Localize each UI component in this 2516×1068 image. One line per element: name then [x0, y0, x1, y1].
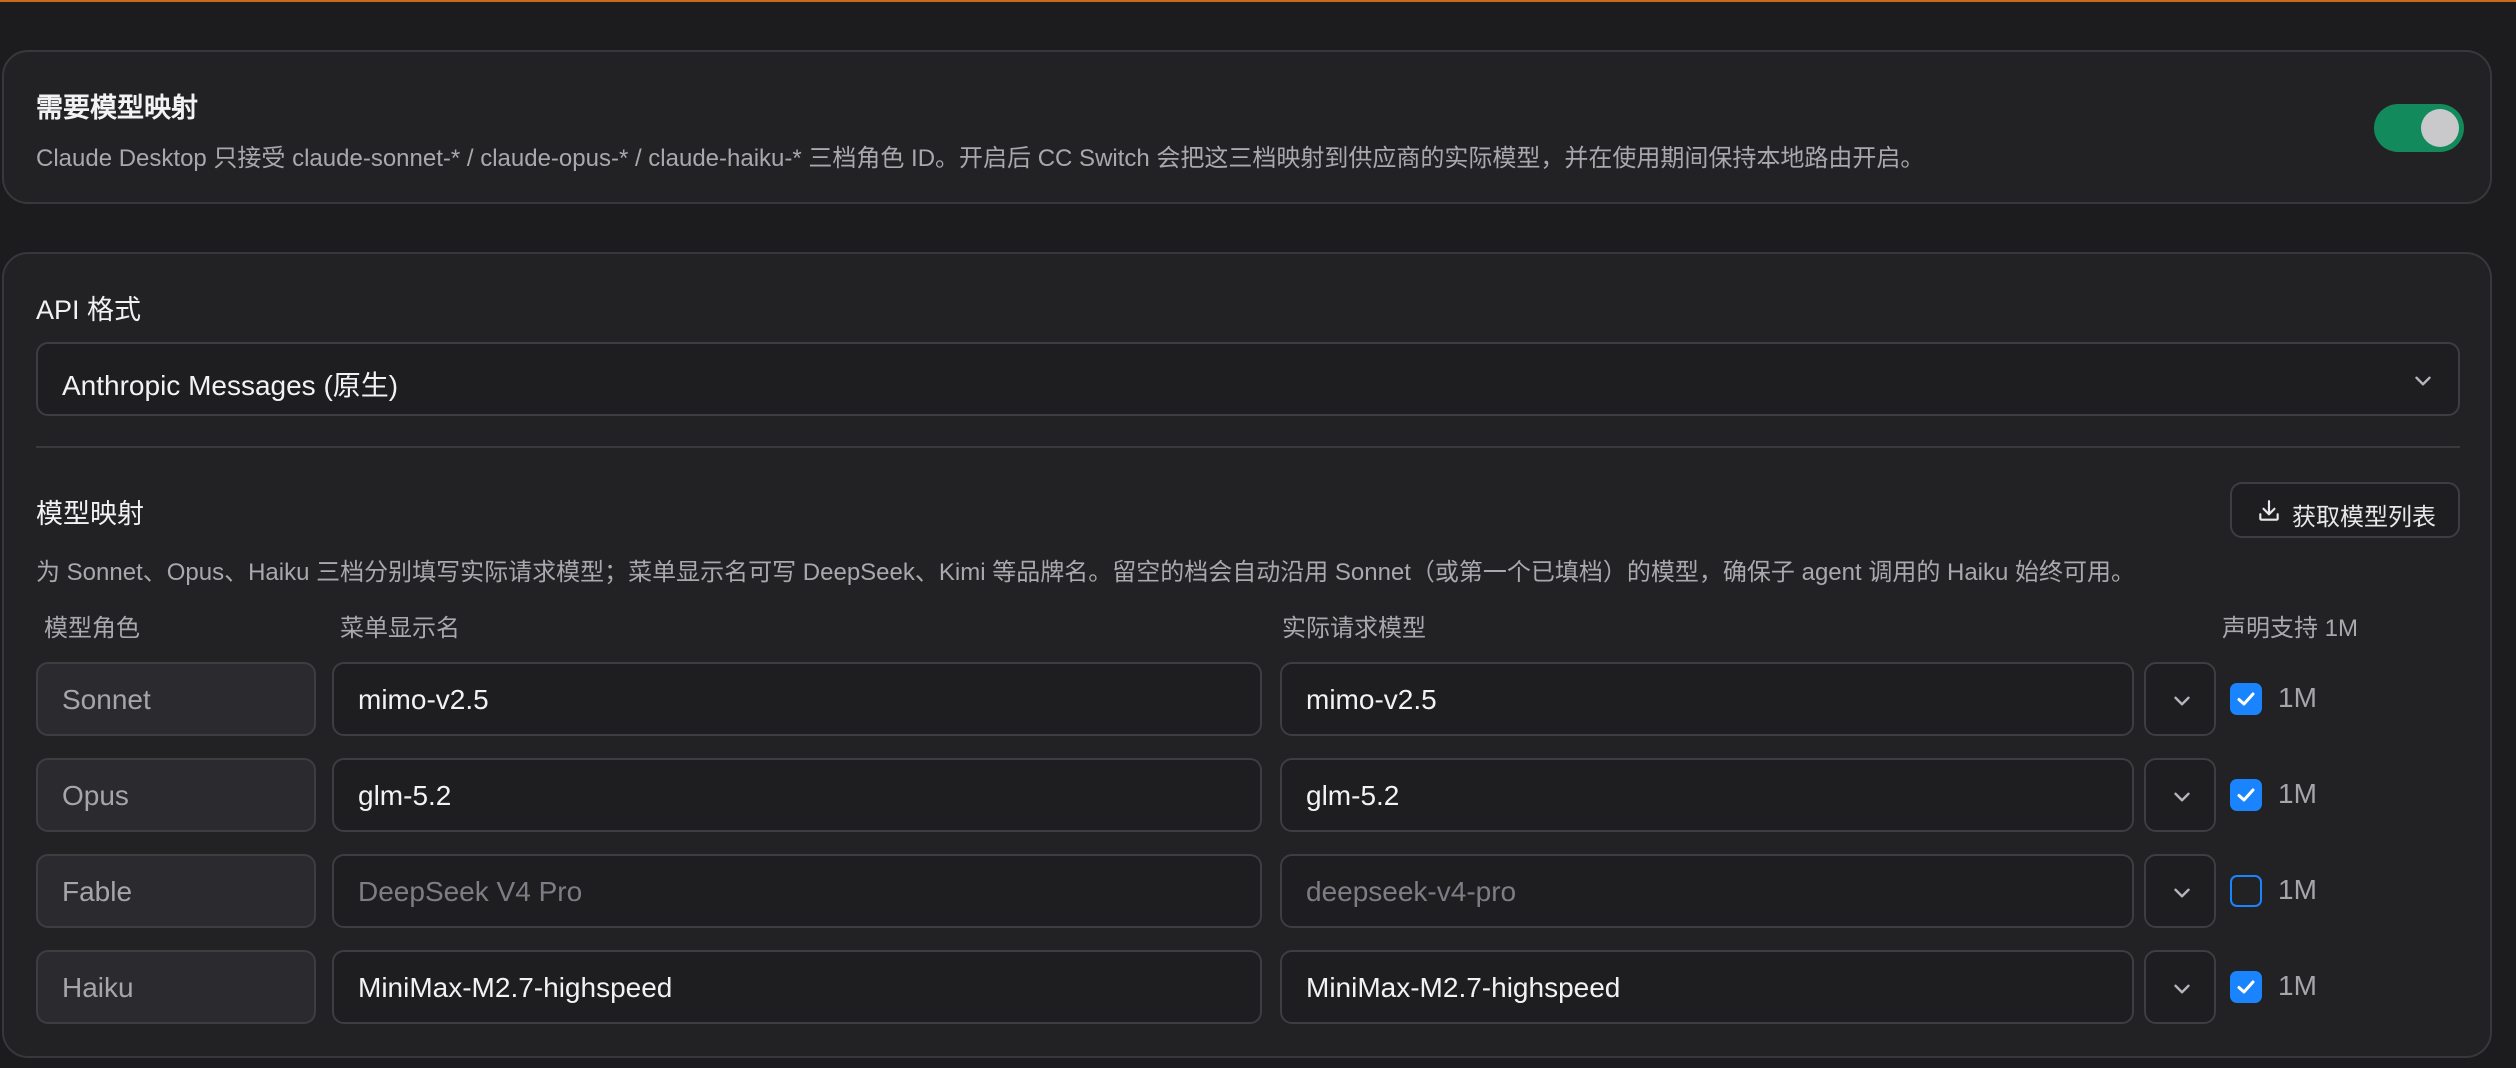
actual-model-input[interactable]: deepseek-v4-pro — [1280, 854, 2134, 928]
mapping-row-sonnet: Sonnet mimo-v2.5 mimo-v2.5 1M — [36, 662, 2476, 736]
fetch-models-button[interactable]: 获取模型列表 — [2230, 482, 2460, 538]
column-header-display-name: 菜单显示名 — [340, 615, 460, 642]
model-mapping-toggle-card: 需要模型映射 Claude Desktop 只接受 claude-sonnet-… — [2, 50, 2492, 204]
role-label: Fable — [62, 876, 133, 907]
model-dropdown-button[interactable] — [2144, 662, 2216, 736]
column-header-actual-model: 实际请求模型 — [1282, 615, 1426, 642]
model-dropdown-button[interactable] — [2144, 758, 2216, 832]
mapping-row-opus: Opus glm-5.2 glm-5.2 1M — [36, 758, 2476, 832]
role-label: Sonnet — [62, 684, 151, 715]
download-icon — [2259, 500, 2279, 521]
check-icon — [2237, 980, 2255, 994]
supports-1m-label: 1M — [2278, 682, 2317, 713]
column-header-role: 模型角色 — [44, 615, 140, 642]
top-accent-line — [0, 0, 2516, 2]
chevron-down-icon — [2174, 792, 2190, 802]
role-field: Sonnet — [36, 662, 316, 736]
actual-model-input[interactable]: glm-5.2 — [1280, 758, 2134, 832]
api-format-select[interactable]: Anthropic Messages (原生) — [36, 342, 2460, 416]
role-label: Haiku — [62, 972, 134, 1003]
check-icon — [2237, 788, 2255, 802]
display-name-value: MiniMax-M2.7-highspeed — [358, 972, 673, 1003]
actual-model-input[interactable]: MiniMax-M2.7-highspeed — [1280, 950, 2134, 1024]
display-name-placeholder: DeepSeek V4 Pro — [358, 876, 583, 907]
fetch-models-label: 获取模型列表 — [2292, 504, 2436, 531]
column-header-supports-1m: 声明支持 1M — [2222, 615, 2359, 642]
model-mapping-description: 为 Sonnet、Opus、Haiku 三档分别填写实际请求模型；菜单显示名可写… — [36, 559, 2136, 586]
mapping-row-fable: Fable DeepSeek V4 Pro deepseek-v4-pro 1M — [36, 854, 2476, 928]
role-label: Opus — [62, 780, 129, 811]
display-name-value: glm-5.2 — [358, 780, 452, 811]
chevron-down-icon — [2415, 376, 2431, 386]
display-name-input[interactable]: glm-5.2 — [332, 758, 1262, 832]
model-dropdown-button[interactable] — [2144, 854, 2216, 928]
supports-1m-checkbox[interactable] — [2230, 683, 2262, 715]
role-field: Opus — [36, 758, 316, 832]
actual-model-value: glm-5.2 — [1306, 780, 1400, 811]
supports-1m-label: 1M — [2278, 970, 2317, 1001]
chevron-down-icon — [2174, 696, 2190, 706]
display-name-input[interactable]: mimo-v2.5 — [332, 662, 1262, 736]
role-field: Haiku — [36, 950, 316, 1024]
supports-1m-checkbox[interactable] — [2230, 971, 2262, 1003]
api-format-label: API 格式 — [36, 295, 142, 325]
display-name-value: mimo-v2.5 — [358, 684, 489, 715]
model-mapping-title: 模型映射 — [36, 499, 144, 529]
mapping-toggle-description: Claude Desktop 只接受 claude-sonnet-* / cla… — [36, 145, 1925, 172]
actual-model-value: mimo-v2.5 — [1306, 684, 1437, 715]
api-format-value: Anthropic Messages (原生) — [62, 370, 399, 401]
chevron-down-icon — [2174, 888, 2190, 898]
display-name-input[interactable]: MiniMax-M2.7-highspeed — [332, 950, 1262, 1024]
toggle-knob — [2421, 109, 2459, 147]
check-icon — [2237, 692, 2255, 706]
chevron-down-icon — [2174, 984, 2190, 994]
supports-1m-label: 1M — [2278, 874, 2317, 905]
actual-model-placeholder: deepseek-v4-pro — [1306, 876, 1517, 907]
section-divider — [36, 446, 2460, 448]
actual-model-input[interactable]: mimo-v2.5 — [1280, 662, 2134, 736]
mapping-toggle-title: 需要模型映射 — [36, 93, 198, 123]
display-name-input[interactable]: DeepSeek V4 Pro — [332, 854, 1262, 928]
model-dropdown-button[interactable] — [2144, 950, 2216, 1024]
supports-1m-label: 1M — [2278, 778, 2317, 809]
mapping-row-haiku: Haiku MiniMax-M2.7-highspeed MiniMax-M2.7-… — [36, 950, 2476, 1024]
role-field: Fable — [36, 854, 316, 928]
api-config-card: API 格式 Anthropic Messages (原生) 模型映射 获取模型… — [2, 252, 2492, 1058]
supports-1m-checkbox[interactable] — [2230, 875, 2262, 907]
mapping-toggle-switch[interactable] — [2374, 104, 2464, 152]
supports-1m-checkbox[interactable] — [2230, 779, 2262, 811]
actual-model-value: MiniMax-M2.7-highspeed — [1306, 972, 1621, 1003]
